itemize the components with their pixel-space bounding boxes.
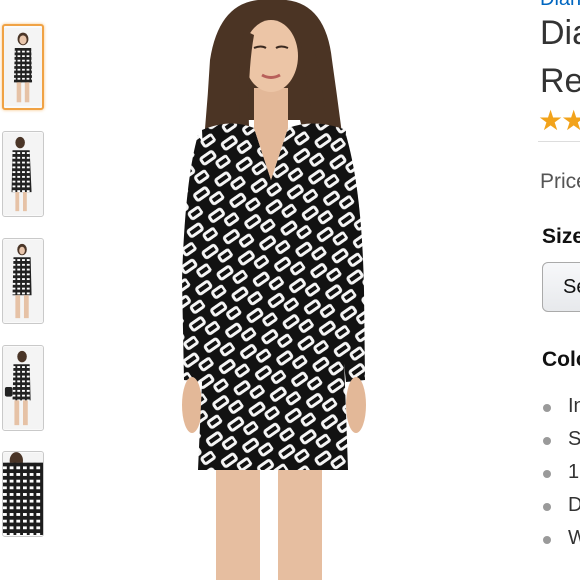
bullet-icon [543,404,551,412]
star-icon: ★ [538,105,563,136]
thumbnail-4[interactable] [2,345,44,431]
bullet-icon [543,536,551,544]
product-title-line-2: Re [540,62,580,100]
thumbnail-strip [0,0,50,580]
list-item: S [538,426,580,459]
color-label: Colo [542,348,580,371]
thumbnail-image [3,240,43,322]
main-product-image[interactable] [150,0,390,580]
thumbnail-3[interactable] [2,238,44,324]
thumbnail-2[interactable] [2,131,44,217]
size-select-text: Se [563,276,580,298]
star-rating[interactable]: ★★ [538,104,580,137]
list-item: In [538,393,580,426]
price-label: Price [540,170,580,193]
product-title-line-1: Dia [540,14,580,52]
bullet-icon [543,503,551,511]
size-label: Size [542,225,580,248]
brand-link[interactable]: Diane [540,0,580,11]
size-select-dropdown[interactable]: Se [542,262,580,312]
bullet-icon [543,470,551,478]
model-wearing-dress-image [150,0,390,580]
list-item: W [538,525,580,558]
thumbnail-5[interactable] [2,451,44,537]
bullet-icon [543,437,551,445]
divider [538,141,580,142]
thumbnail-image [3,347,43,429]
thumbnail-image [3,452,43,535]
thumbnail-1[interactable] [2,24,44,110]
star-icon: ★ [561,105,580,136]
list-item: D [538,492,580,525]
thumbnail-image [3,133,43,215]
product-details-panel: Diane Dia Re ★★ Price Size Se Colo In S … [538,0,580,580]
list-item: 1 [538,459,580,492]
thumbnail-image [4,28,42,106]
